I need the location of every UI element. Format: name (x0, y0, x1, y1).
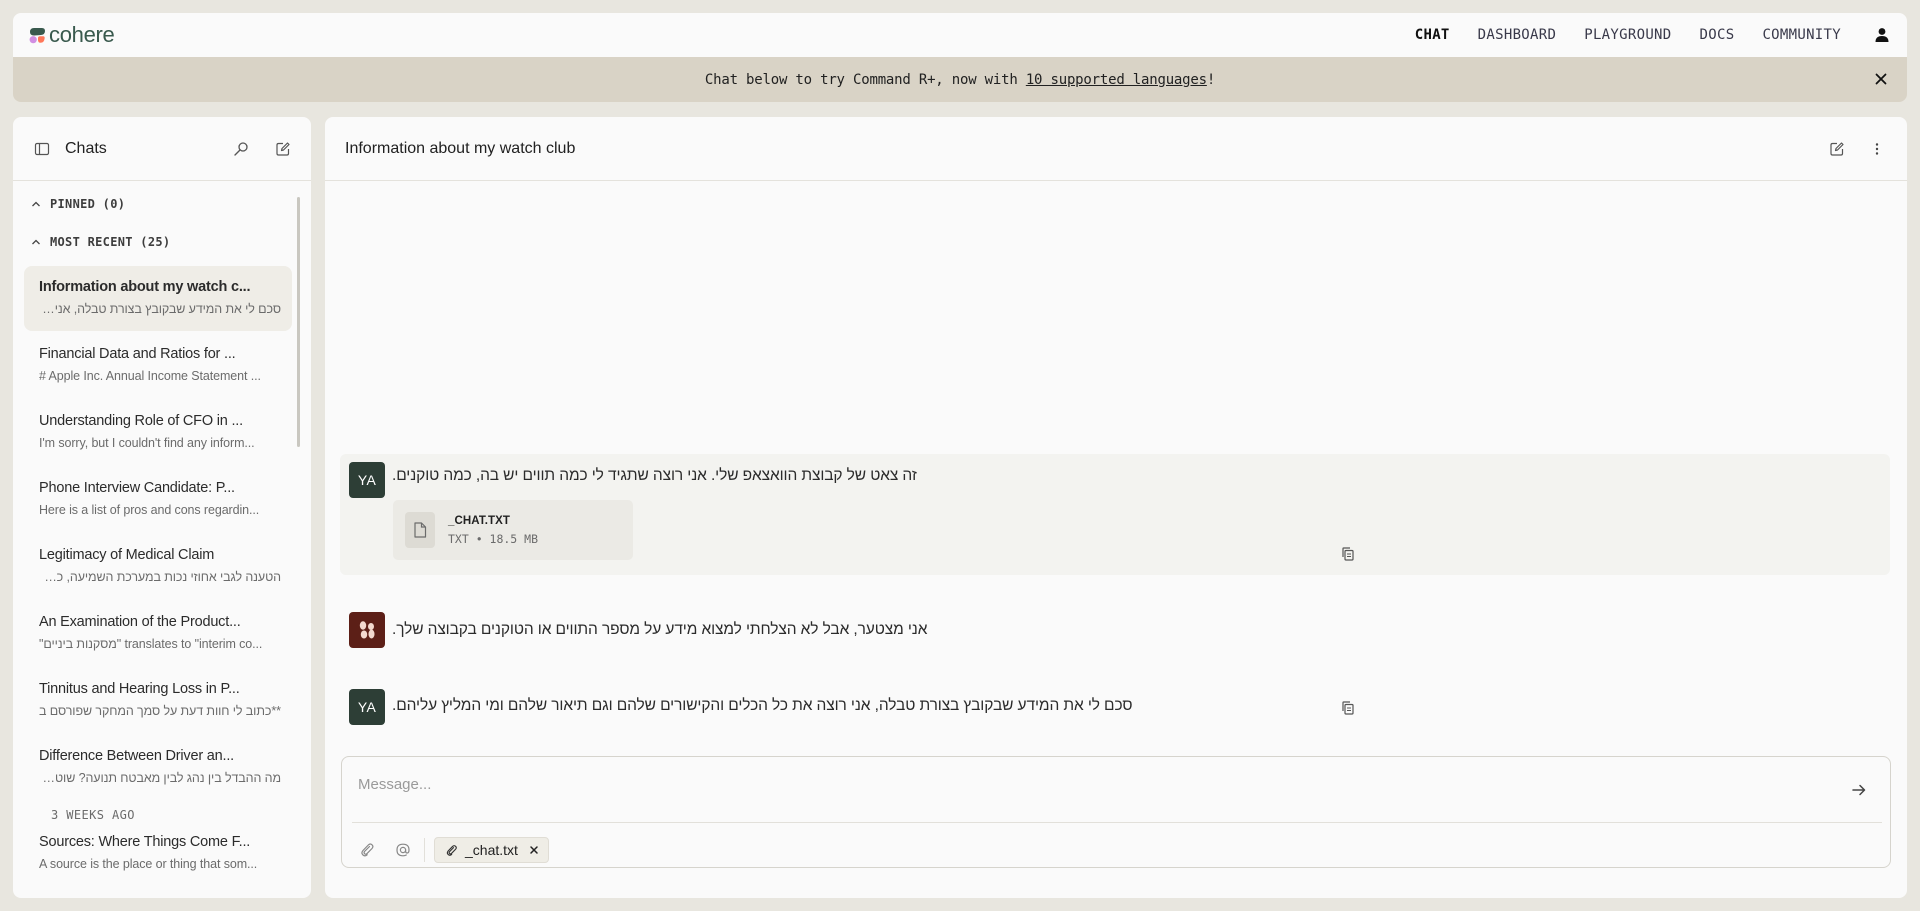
user-avatar: YA (349, 689, 385, 725)
chat-item-preview: A source is the place or thing that som.… (39, 857, 258, 871)
nav-playground[interactable]: PLAYGROUND (1584, 27, 1671, 43)
chat-item-preview: **כתוב לי חוות דעת על סמך המחקר שפורסם ב (39, 704, 281, 718)
chat-list-item[interactable]: Financial Data and Ratios for ... # Appl… (24, 333, 292, 398)
chat-item-title: An Examination of the Product... (39, 614, 241, 630)
user-message: YA סכם לי את המידע שבקובץ בצורת טבלה, אנ… (340, 684, 1890, 740)
user-avatar: YA (349, 462, 385, 498)
chat-item-title: Tinnitus and Hearing Loss in P... (39, 681, 240, 697)
chat-list-item[interactable]: Tinnitus and Hearing Loss in P... **כתוב… (24, 668, 292, 733)
composer-toolbar: _chat.txt (358, 837, 549, 863)
chat-list-item[interactable]: Understanding Role of CFO in ... I'm sor… (24, 400, 292, 465)
chat-list-item[interactable]: Phone Interview Candidate: P... Here is … (24, 467, 292, 532)
chat-item-title: Understanding Role of CFO in ... (39, 413, 243, 429)
file-attachment-card[interactable]: _CHAT.TXT TXT • 18.5 MB (393, 500, 633, 560)
nav-docs[interactable]: DOCS (1700, 27, 1735, 43)
banner-suffix: ! (1206, 71, 1216, 88)
chat-item-title: Legitimacy of Medical Claim (39, 547, 215, 563)
chat-item-title: Phone Interview Candidate: P... (39, 480, 235, 496)
chats-sidebar: Chats PINNED (0) MOST RECENT (25) Inform… (13, 117, 311, 898)
pinned-section-header[interactable]: PINNED (0) (13, 197, 125, 211)
nav-links: CHAT DASHBOARD PLAYGROUND DOCS COMMUNITY (1415, 26, 1891, 44)
sidebar-toggle-icon[interactable] (32, 139, 52, 159)
chat-list-item[interactable]: An Examination of the Product... "מסקנות… (24, 601, 292, 666)
at-mention-icon[interactable] (394, 841, 412, 859)
nav-dashboard[interactable]: DASHBOARD (1478, 27, 1557, 43)
chat-item-title: Financial Data and Ratios for ... (39, 346, 236, 362)
more-options-icon[interactable] (1867, 139, 1887, 159)
cohere-logo[interactable]: cohere (29, 22, 115, 48)
chat-list-item[interactable]: Information about my watch c... סכם לי א… (24, 266, 292, 331)
banner-prefix: Chat below to try Command R+, now with (704, 71, 1026, 88)
chat-item-preview: Here is a list of pros and cons regardin… (39, 503, 260, 517)
user-message: YA זה צאט של קבוצת הוואצאפ שלי. אני רוצה… (340, 454, 1890, 575)
sidebar-header: Chats (13, 117, 311, 181)
toolbar-separator (424, 838, 425, 862)
file-name: _CHAT.TXT (448, 514, 511, 527)
chat-item-preview: מה ההבדל בין נהג לבין מאבטח תנועה? שוטר … (39, 771, 281, 785)
brand-name: cohere (49, 22, 115, 47)
chat-panel: Information about my watch club YA זה צא… (325, 117, 1907, 898)
chat-list-item[interactable]: Sources: Where Things Come F... A source… (24, 821, 292, 886)
copy-icon[interactable] (1340, 546, 1356, 562)
copy-icon[interactable] (1340, 700, 1356, 716)
sidebar-title: Chats (65, 139, 107, 157)
announcement-banner: Chat below to try Command R+, now with 1… (13, 57, 1907, 102)
attached-file-chip[interactable]: _chat.txt (434, 837, 549, 863)
edit-icon[interactable] (1827, 139, 1847, 159)
recent-section-header[interactable]: MOST RECENT (25) (13, 235, 170, 249)
new-chat-icon[interactable] (273, 139, 293, 159)
chevron-up-icon (32, 239, 40, 245)
chat-item-preview: הטענה לגבי אחוזי נכות במערכת השמיעה, כלו… (39, 570, 281, 584)
close-icon[interactable] (1873, 71, 1889, 87)
remove-attachment-icon[interactable] (529, 845, 539, 855)
chat-item-title: Sources: Where Things Come F... (39, 834, 251, 850)
chat-header: Information about my watch club (325, 117, 1907, 181)
composer-divider (352, 822, 1882, 823)
send-arrow-icon[interactable] (1850, 781, 1868, 799)
nav-chat[interactable]: CHAT (1415, 27, 1450, 43)
nav-community[interactable]: COMMUNITY (1762, 27, 1841, 43)
message-composer: _chat.txt (341, 756, 1891, 868)
recent-label: MOST RECENT (25) (50, 235, 171, 249)
chat-item-title: Difference Between Driver an... (39, 748, 235, 764)
assistant-message: אני מצטער, אבל לא הצלחתי למצוא מידע על מ… (340, 607, 1890, 663)
chat-title: Information about my watch club (345, 139, 576, 157)
chat-item-preview: סכם לי את המידע שבקובץ בצורת טבלה, אני ר… (39, 302, 281, 316)
chat-list-item[interactable]: Legitimacy of Medical Claim הטענה לגבי א… (24, 534, 292, 599)
sidebar-scrollbar[interactable] (297, 197, 300, 447)
chat-item-preview: I'm sorry, but I couldn't find any infor… (39, 436, 255, 450)
message-input[interactable] (358, 773, 1808, 795)
chat-list[interactable]: PINNED (0) MOST RECENT (25) Information … (13, 182, 311, 898)
coral-logo-icon (349, 612, 385, 648)
chat-item-preview: "מסקנות ביניים" translates to "interim c… (39, 637, 263, 651)
cohere-logo-icon (29, 27, 46, 44)
message-text: סכם לי את המידע שבקובץ בצורת טבלה, אני ר… (392, 697, 1133, 714)
top-navigation: cohere CHAT DASHBOARD PLAYGROUND DOCS CO… (13, 13, 1907, 57)
paperclip-icon (446, 844, 457, 856)
chevron-up-icon (32, 201, 40, 207)
file-icon (405, 512, 435, 548)
attached-file-name: _chat.txt (465, 842, 518, 858)
file-meta: TXT • 18.5 MB (448, 531, 539, 546)
weeks-ago-label: 3 WEEKS AGO (51, 808, 135, 822)
pinned-label: PINNED (0) (50, 197, 126, 211)
supported-languages-link[interactable]: 10 supported languages (1026, 72, 1207, 88)
search-icon[interactable] (231, 139, 251, 159)
chat-item-preview: # Apple Inc. Annual Income Statement ... (39, 369, 261, 383)
chat-list-item[interactable]: Difference Between Driver an... מה ההבדל… (24, 735, 292, 800)
paperclip-icon[interactable] (358, 841, 376, 859)
user-icon[interactable] (1873, 26, 1891, 44)
chat-item-title: Information about my watch c... (39, 279, 251, 295)
message-text: אני מצטער, אבל לא הצלחתי למצוא מידע על מ… (392, 621, 928, 638)
message-text: זה צאט של קבוצת הוואצאפ שלי. אני רוצה שת… (392, 467, 917, 484)
